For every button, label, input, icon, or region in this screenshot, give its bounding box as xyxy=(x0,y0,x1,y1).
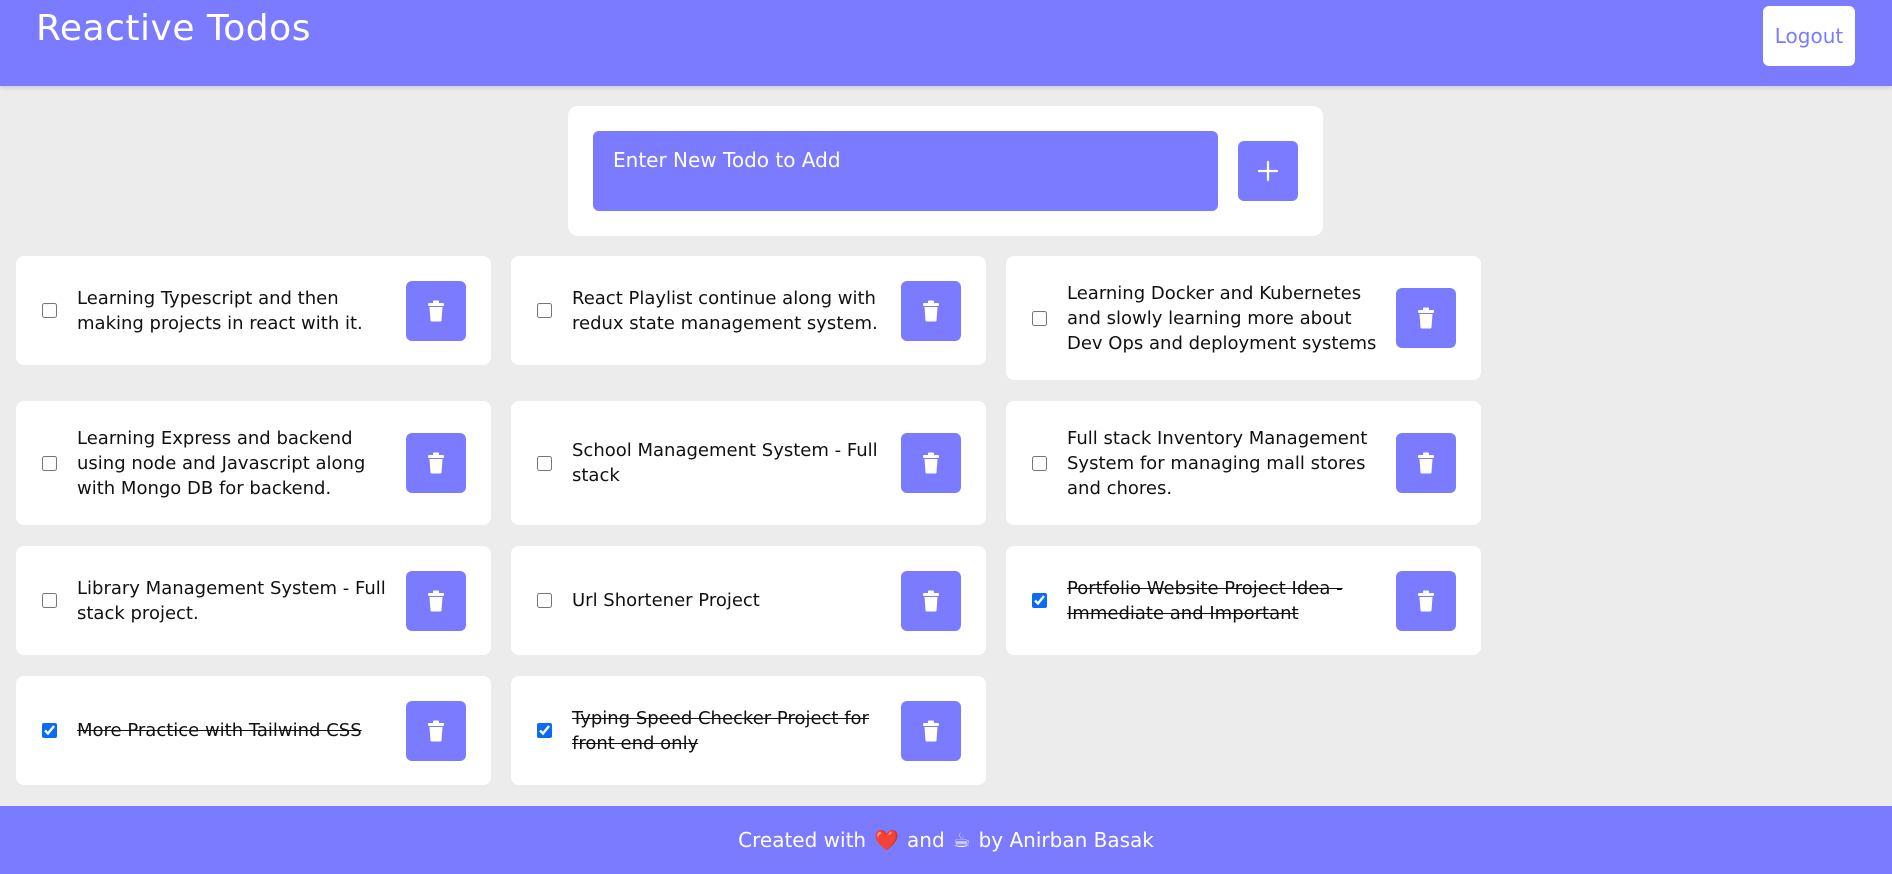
delete-todo-button[interactable] xyxy=(901,280,961,341)
todo-text: Url Shortener Project xyxy=(572,590,760,611)
add-todo-panel xyxy=(568,106,1323,236)
trash-icon xyxy=(923,300,939,321)
todo-text: More Practice with Tailwind CSS xyxy=(77,720,362,741)
app-title: Reactive Todos xyxy=(36,8,311,49)
todo-checkbox[interactable] xyxy=(1032,593,1047,608)
todo-checkbox[interactable] xyxy=(42,303,57,318)
todo-text: React Playlist continue along with redux… xyxy=(572,287,878,334)
todo-text: Learning Typescript and then making proj… xyxy=(77,287,363,334)
todo-checkbox[interactable] xyxy=(42,723,57,738)
todo-item: Learning Typescript and then making proj… xyxy=(16,256,491,365)
delete-todo-button[interactable] xyxy=(1396,433,1456,493)
footer-and: and xyxy=(907,828,945,852)
todo-checkbox[interactable] xyxy=(42,593,57,608)
todo-text: Typing Speed Checker Project for front e… xyxy=(572,707,869,754)
delete-todo-button[interactable] xyxy=(406,700,466,761)
delete-todo-button[interactable] xyxy=(1396,288,1456,348)
trash-icon xyxy=(428,590,444,611)
todo-checkbox[interactable] xyxy=(42,455,57,471)
trash-icon xyxy=(1418,452,1434,474)
todo-checkbox[interactable] xyxy=(1032,455,1047,471)
logout-button[interactable]: Logout xyxy=(1763,6,1855,66)
trash-icon xyxy=(923,720,939,741)
trash-icon xyxy=(923,452,939,474)
trash-icon xyxy=(428,720,444,741)
delete-todo-button[interactable] xyxy=(406,433,466,493)
todo-item: Library Management System - Full stack p… xyxy=(16,546,491,655)
todo-item: School Management System - Full stack xyxy=(511,401,986,525)
todo-checkbox[interactable] xyxy=(537,593,552,608)
trash-icon xyxy=(1418,307,1434,329)
todo-item: React Playlist continue along with redux… xyxy=(511,256,986,365)
todo-item: Url Shortener Project xyxy=(511,546,986,655)
todo-text: Learning Express and backend using node … xyxy=(77,427,366,499)
todo-text: Library Management System - Full stack p… xyxy=(77,577,386,624)
todo-item: Learning Docker and Kubernetes and slowl… xyxy=(1006,256,1481,380)
todo-item: More Practice with Tailwind CSS xyxy=(16,676,491,785)
coffee-icon: ☕ xyxy=(952,828,971,852)
todo-checkbox[interactable] xyxy=(537,723,552,738)
heart-icon: ❤️ xyxy=(874,828,900,852)
delete-todo-button[interactable] xyxy=(901,570,961,631)
delete-todo-button[interactable] xyxy=(901,433,961,493)
todo-text: School Management System - Full stack xyxy=(572,440,878,486)
todo-text: Portfolio Website Project Idea - Immedia… xyxy=(1067,577,1343,624)
add-todo-button[interactable] xyxy=(1238,141,1298,201)
footer-prefix: Created with xyxy=(738,828,867,852)
delete-todo-button[interactable] xyxy=(1396,570,1456,631)
todo-text: Full stack Inventory Management System f… xyxy=(1067,427,1368,499)
delete-todo-button[interactable] xyxy=(901,700,961,761)
trash-icon xyxy=(923,590,939,611)
plus-icon xyxy=(1257,160,1279,182)
footer-author: by Anirban Basak xyxy=(978,828,1154,852)
todo-checkbox[interactable] xyxy=(1032,310,1047,326)
app-header: Reactive Todos Logout xyxy=(0,0,1892,86)
delete-todo-button[interactable] xyxy=(406,280,466,341)
footer-credit: Created with ❤️ and ☕ by Anirban Basak xyxy=(0,806,1892,874)
todo-item: Learning Express and backend using node … xyxy=(16,401,491,525)
todo-item: Portfolio Website Project Idea - Immedia… xyxy=(1006,546,1481,655)
new-todo-input[interactable] xyxy=(593,131,1218,211)
todo-item: Full stack Inventory Management System f… xyxy=(1006,401,1481,525)
todo-text: Learning Docker and Kubernetes and slowl… xyxy=(1067,282,1377,354)
trash-icon xyxy=(428,300,444,321)
trash-icon xyxy=(1418,590,1434,611)
delete-todo-button[interactable] xyxy=(406,570,466,631)
todo-checkbox[interactable] xyxy=(537,303,552,318)
todo-item: Typing Speed Checker Project for front e… xyxy=(511,676,986,785)
app-footer: Created with ❤️ and ☕ by Anirban Basak xyxy=(0,806,1892,874)
todo-checkbox[interactable] xyxy=(537,455,552,471)
trash-icon xyxy=(428,452,444,474)
